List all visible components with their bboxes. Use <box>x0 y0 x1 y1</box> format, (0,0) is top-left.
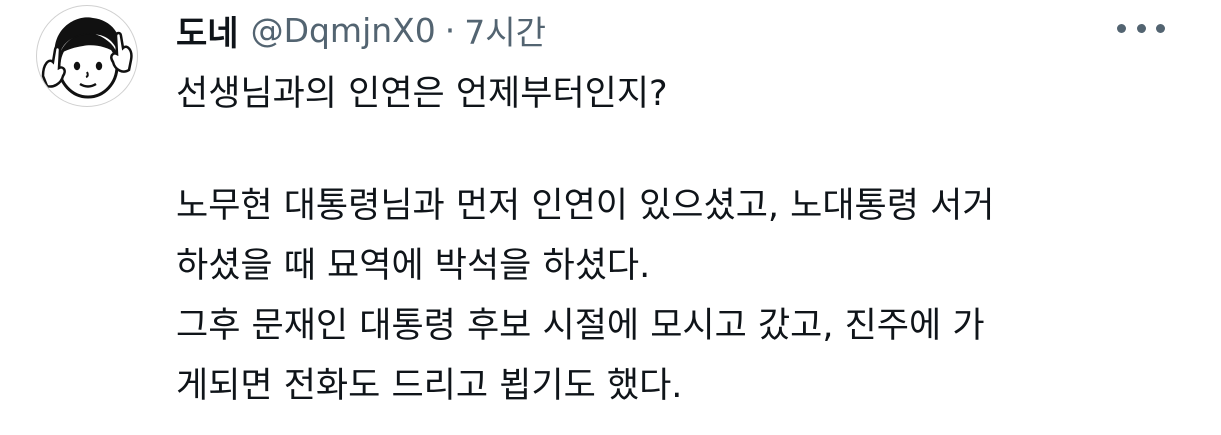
separator-dot: · <box>444 10 456 50</box>
display-name[interactable]: 도네 <box>176 6 239 55</box>
paragraph-break <box>176 124 1186 176</box>
tweet-text-line: 하셨을 때 묘역에 박석을 하셨다. <box>176 246 651 286</box>
more-options-icon[interactable] <box>1117 16 1165 40</box>
tweet-text-line: 그후 문재인 대통령 후보 시절에 모시고 갔고, 진주에 가 <box>176 306 985 346</box>
user-handle[interactable]: @DqmjnX0 <box>251 11 436 50</box>
tweet-text-line: 게되면 전화도 드리고 뵙기도 했다. <box>176 366 683 406</box>
avatar[interactable] <box>36 5 138 107</box>
more-dot <box>1117 23 1126 33</box>
cartoon-face-avatar-icon <box>41 17 133 99</box>
tweet-text: 선생님과의 인연은 언제부터인지? 노무현 대통령님과 먼저 인연이 있으셨고,… <box>176 64 1186 416</box>
tweet-card[interactable]: 도네 @DqmjnX0 · 7시간 선생님과의 인연은 언제부터인지? 노무현 … <box>0 0 1221 435</box>
tweet-text-line: 노무현 대통령님과 먼저 인연이 있으셨고, 노대통령 서거 <box>176 186 995 226</box>
tweet-text-line: 선생님과의 인연은 언제부터인지? <box>176 74 668 114</box>
timestamp[interactable]: 7시간 <box>464 6 546 54</box>
more-dot <box>1136 23 1146 33</box>
more-dot <box>1156 23 1165 33</box>
tweet-header: 도네 @DqmjnX0 · 7시간 <box>176 6 546 55</box>
